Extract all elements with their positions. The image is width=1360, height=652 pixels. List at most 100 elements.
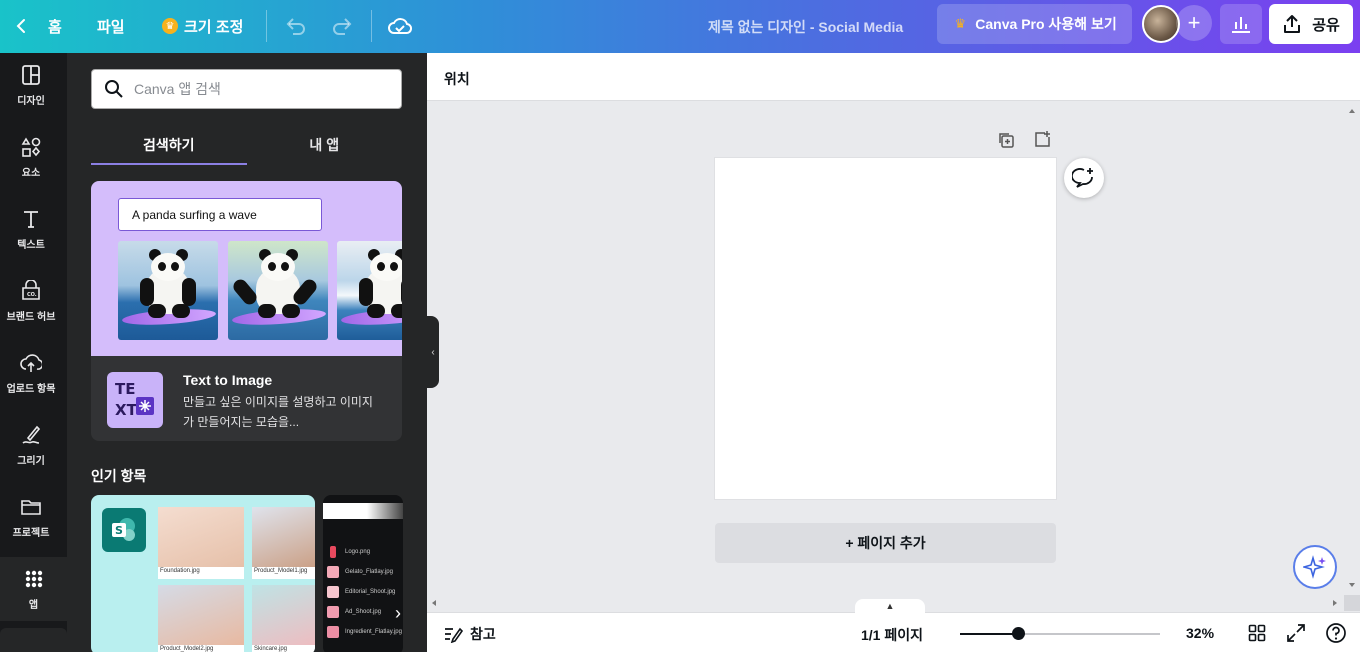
sharepoint-logo-icon: S [102, 508, 146, 552]
insights-button[interactable] [1220, 4, 1262, 44]
share-button[interactable]: 공유 [1269, 4, 1353, 44]
rail-item-brand-hub[interactable]: CO. 브랜드 허브 [0, 269, 62, 333]
canva-pro-button[interactable]: ♛ Canva Pro 사용해 보기 [937, 4, 1132, 44]
svg-text:TE: TE [115, 380, 135, 398]
fullscreen-button[interactable] [1285, 622, 1307, 644]
page-count-button[interactable]: 1/1 페이지 [861, 625, 923, 645]
add-page-button[interactable]: + 페이지 추가 [715, 523, 1056, 563]
tab-my-apps[interactable]: 내 앱 [247, 125, 403, 165]
app-search-box[interactable] [91, 69, 402, 109]
rail-item-apps[interactable]: 앱 [0, 557, 67, 621]
scroll-right-button[interactable]: › [389, 598, 407, 628]
rail-item-text[interactable]: 텍스트 [0, 197, 62, 261]
file-row: Ad_Shoot.jpg [327, 605, 381, 619]
brand-hub-icon: CO. [22, 279, 40, 300]
crown-icon: ♛ [162, 18, 178, 34]
resize-label: 크기 조정 [184, 18, 244, 36]
grid-view-button[interactable] [1246, 622, 1268, 644]
upload-icon [20, 353, 42, 372]
home-button[interactable]: 홈 [14, 13, 62, 39]
cloud-check-icon [388, 18, 412, 34]
resize-button[interactable]: ♛ 크기 조정 [162, 13, 243, 39]
app-search-input[interactable] [134, 81, 384, 97]
file-label: 파일 [97, 18, 125, 36]
rail-item-design[interactable]: 디자인 [0, 53, 62, 117]
avatar[interactable] [1142, 5, 1180, 43]
add-page-icon [1035, 131, 1050, 147]
popular-app-card[interactable]: Logo.png Gelato_Flatlay.jpg Editorial_Sh… [323, 495, 403, 652]
file-name: Logo.png [345, 549, 371, 555]
comment-plus-icon [1072, 168, 1093, 188]
file-menu-button[interactable]: 파일 [97, 13, 125, 39]
svg-text:CO.: CO. [27, 292, 37, 298]
sparkle-icon [1303, 555, 1326, 579]
image-thumbnail: Product_Model1.jpg [252, 507, 315, 579]
plus-icon: + [1187, 10, 1201, 35]
notes-icon [445, 627, 463, 643]
image-thumbnail: Skincare.jpg [252, 585, 315, 652]
add-page-icon-button[interactable] [1032, 129, 1052, 149]
chevron-left-icon [16, 19, 25, 33]
share-label: 공유 [1312, 16, 1340, 34]
expand-icon [1287, 624, 1305, 642]
rail-label: 텍스트 [17, 239, 45, 251]
divider [371, 10, 372, 42]
undo-button[interactable] [283, 13, 309, 39]
bar-chart-icon [1232, 17, 1250, 33]
bottom-bar: ▲ 참고 1/1 페이지 32% [427, 599, 1360, 652]
rail-label: 요소 [21, 167, 41, 179]
duplicate-page-button[interactable] [996, 130, 1016, 150]
scrollbar-corner [1344, 595, 1360, 611]
zoom-slider-knob[interactable] [1012, 627, 1025, 640]
rail-bottom-item[interactable] [0, 628, 67, 652]
thumbnail-caption: Product_Model1.jpg [254, 568, 308, 574]
popular-section-title: 인기 항목 [91, 468, 147, 484]
invite-button[interactable]: + [1176, 5, 1212, 41]
tab-discover[interactable]: 검색하기 [91, 125, 247, 165]
file-name: Gelato_Flatlay.jpg [345, 569, 393, 575]
rail-item-projects[interactable]: 프로젝트 [0, 485, 62, 549]
pro-label: Canva Pro 사용해 보기 [975, 16, 1117, 32]
design-title[interactable]: 제목 없는 디자인 - Social Media [708, 17, 903, 37]
magic-assistant-button[interactable] [1293, 545, 1337, 589]
duplicate-icon [999, 133, 1014, 148]
file-row: Logo.png [327, 545, 370, 559]
color-bar [323, 503, 403, 519]
add-comment-button[interactable] [1064, 158, 1104, 198]
text-to-image-preview: A panda surfing a wave [91, 181, 402, 356]
top-bar: 홈 파일 ♛ 크기 조정 제목 없는 디자인 - Social Media ♛ … [0, 0, 1360, 53]
position-button[interactable]: 위치 [444, 69, 470, 89]
panda-image [337, 241, 402, 340]
file-name: Editorial_Shoot.jpg [345, 589, 396, 595]
help-button[interactable] [1325, 622, 1347, 644]
zoom-level-button[interactable]: 32% [1186, 625, 1214, 641]
rail-item-upload[interactable]: 업로드 항목 [0, 341, 62, 405]
notes-button[interactable]: 참고 [443, 624, 496, 644]
vertical-scrollbar[interactable] [1344, 101, 1360, 595]
redo-button[interactable] [329, 13, 355, 39]
text-icon [24, 210, 38, 228]
collapse-panel-button[interactable]: ‹ [427, 316, 439, 388]
thumbnail-caption: Product_Model2.jpg [160, 646, 214, 652]
help-icon [1326, 623, 1346, 643]
rail-label: 브랜드 허브 [6, 311, 56, 323]
save-status-button[interactable] [387, 13, 413, 39]
text-to-image-card[interactable]: A panda surfing a wave TE XT Text to Ima… [91, 181, 402, 441]
crown-icon: ♛ [954, 16, 967, 31]
grid-view-icon [1248, 624, 1266, 642]
text-to-image-logo: TE XT [107, 372, 163, 428]
undo-icon [286, 18, 305, 35]
design-page[interactable] [715, 158, 1056, 499]
rail-item-draw[interactable]: 그리기 [0, 413, 62, 477]
expand-pages-button[interactable]: ▲ [855, 599, 925, 613]
rail-item-elements[interactable]: 요소 [0, 125, 62, 189]
file-row: Gelato_Flatlay.jpg [327, 565, 393, 579]
upload-share-icon [1284, 15, 1301, 33]
chevron-up-icon: ▲ [885, 601, 895, 611]
popular-app-card[interactable]: S Foundation.jpg Product_Model1.jpg Prod… [91, 495, 315, 652]
image-thumbnail: Product_Model2.jpg [158, 585, 244, 652]
draw-icon [22, 425, 41, 444]
chevron-left-icon: ‹ [431, 346, 435, 358]
app-name: Text to Image [183, 372, 273, 388]
zoom-slider[interactable] [960, 627, 1160, 640]
